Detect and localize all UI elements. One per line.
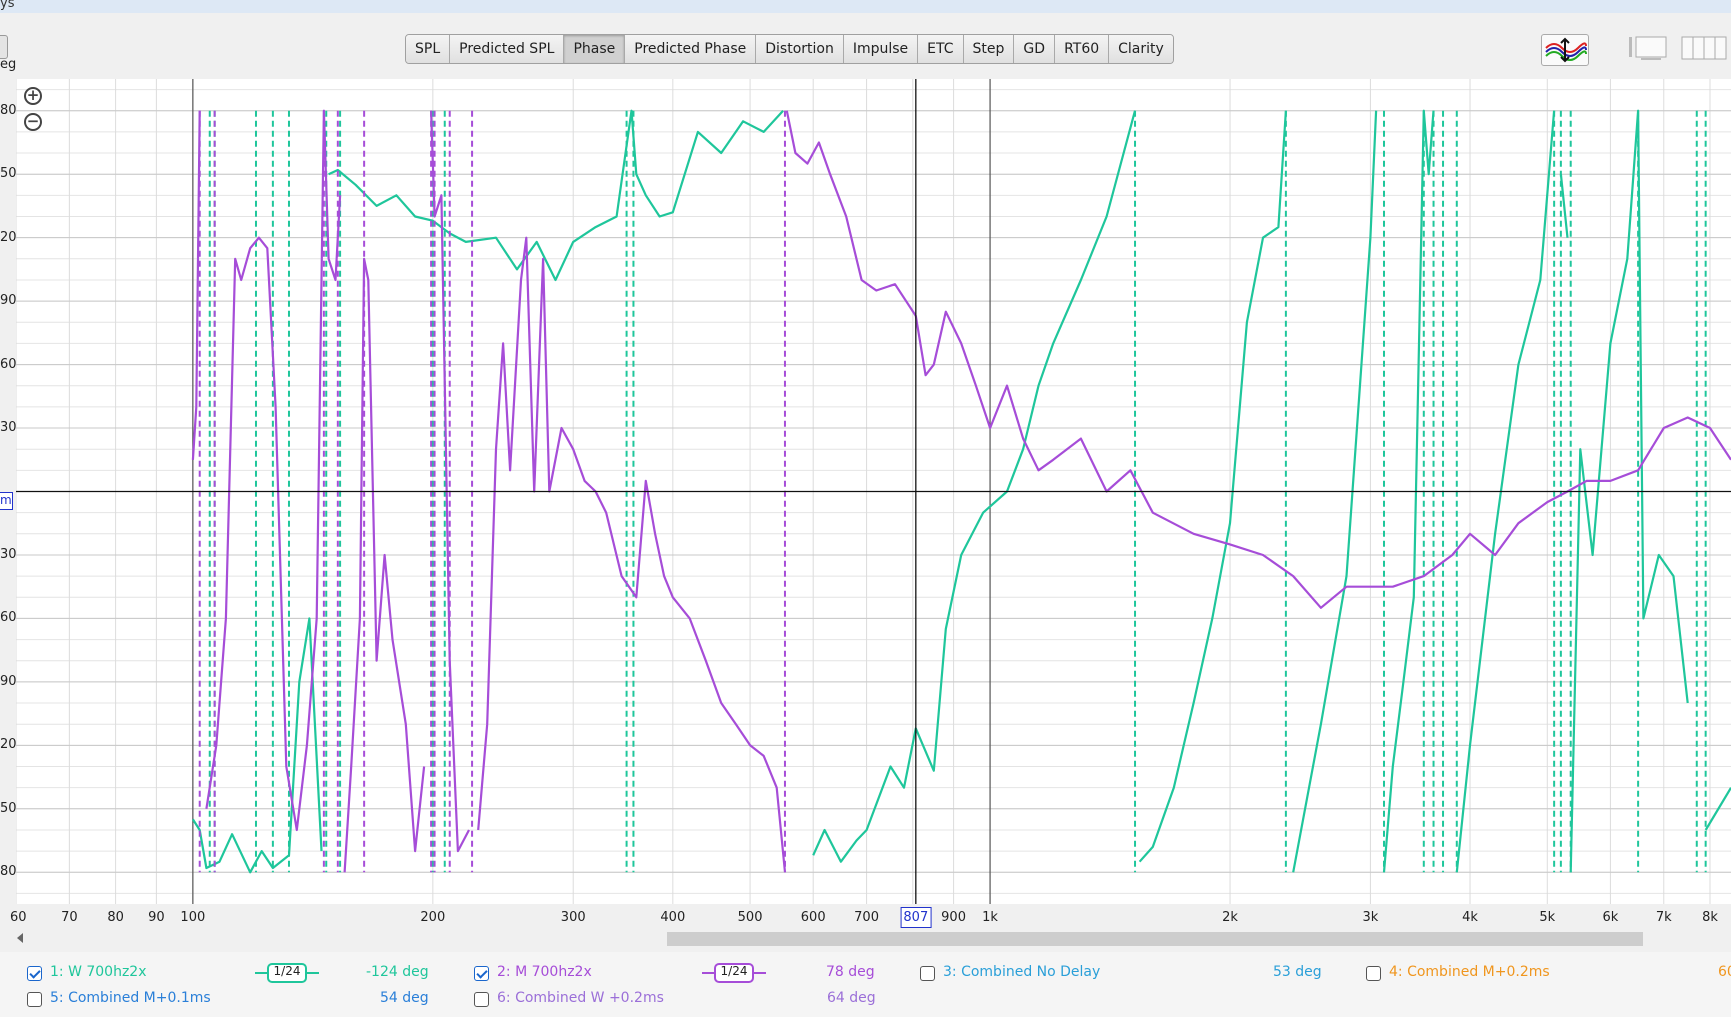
measurement-name[interactable]: 1: W 700hz2x: [50, 964, 147, 980]
tab-distortion[interactable]: Distortion: [756, 35, 844, 63]
y-tick-label: 20: [0, 737, 17, 753]
tab-predicted-spl[interactable]: Predicted SPL: [450, 35, 565, 63]
zoom-in-icon[interactable]: +: [24, 87, 42, 105]
cursor-value: 64 deg: [827, 990, 876, 1006]
x-tick-label: 70: [61, 910, 78, 925]
cursor-value: 54 deg: [380, 990, 429, 1006]
x-tick-label: 300: [560, 910, 586, 925]
y-axis-unit: eg: [0, 57, 17, 72]
cursor-value: -124 deg: [366, 964, 429, 980]
measurement-checkbox[interactable]: [27, 992, 42, 1007]
measurement-legend: 1: W 700hz2x 1/24 -124 deg 2: M 700hz2x 1/24…: [0, 952, 1731, 1017]
measurement-checkbox[interactable]: [474, 966, 489, 981]
x-tick-label: 600: [800, 910, 826, 925]
x-tick-label: 100: [180, 910, 206, 925]
x-tick-label: 700: [854, 910, 879, 925]
tab-rt60[interactable]: RT60: [1055, 35, 1110, 63]
zoom-out-icon[interactable]: −: [24, 113, 42, 131]
x-tick-label: 6k: [1602, 910, 1619, 925]
scroll-left-icon[interactable]: [17, 933, 23, 943]
measurement-checkbox[interactable]: [474, 992, 489, 1007]
x-tick-label: 4k: [1462, 910, 1478, 925]
scroll-thumb[interactable]: [667, 932, 1643, 946]
y-tick-label: 80: [0, 102, 17, 118]
y-tick-label: 30: [0, 546, 17, 562]
tab-impulse[interactable]: Impulse: [843, 35, 919, 63]
phase-plot[interactable]: + −: [16, 79, 1731, 904]
measurement-name[interactable]: 2: M 700hz2x: [497, 964, 592, 980]
measurement-name[interactable]: 4: Combined M+0.2ms: [1389, 964, 1550, 980]
measurement-checkbox[interactable]: [920, 966, 935, 981]
smoothing-indicator[interactable]: 1/24: [255, 962, 319, 983]
waveforms-icon: [1545, 37, 1587, 63]
y-tick-label: 90: [0, 293, 17, 309]
x-tick-label: 60: [10, 910, 27, 925]
split-view-button[interactable]: [1680, 35, 1728, 61]
tab-spl[interactable]: SPL: [406, 35, 451, 63]
measurement-name[interactable]: 6: Combined W +0.2ms: [497, 990, 664, 1006]
smoothing-label: 1/24: [720, 964, 748, 978]
phase-chart[interactable]: [16, 79, 1731, 904]
x-tick-label: 200: [420, 910, 446, 925]
x-tick-label: 7k: [1655, 910, 1672, 925]
graph-style-button[interactable]: [1541, 34, 1589, 66]
tab-predicted-phase[interactable]: Predicted Phase: [625, 35, 757, 63]
single-view-button[interactable]: [1627, 35, 1669, 61]
panel-toggle-icon[interactable]: [0, 35, 8, 59]
x-tick-label: 500: [737, 910, 763, 925]
cursor-value: 60: [1718, 964, 1731, 980]
smoothing-label: 1/24: [273, 964, 301, 978]
x-tick-label: 2k: [1222, 910, 1238, 925]
graph-tabs: SPL Predicted SPL Phase Predicted Phase Dist…: [405, 34, 1174, 64]
horizontal-scrollbar[interactable]: [0, 928, 1731, 950]
x-cursor-label: 807: [900, 907, 932, 928]
measurement-checkbox[interactable]: [1366, 966, 1381, 981]
toolbar: SPL Predicted SPL Phase Predicted Phase Dist…: [0, 13, 1731, 68]
smoothing-indicator[interactable]: 1/24: [702, 962, 766, 983]
tab-gd[interactable]: GD: [1014, 35, 1056, 63]
title-bar: ys: [0, 0, 1731, 13]
measurement-name[interactable]: 5: Combined M+0.1ms: [50, 990, 211, 1006]
x-tick-label: 3k: [1362, 910, 1379, 925]
y-tick-label: 20: [0, 229, 17, 245]
x-tick-label: 8k: [1702, 910, 1718, 925]
x-tick-label: 900: [941, 910, 966, 925]
x-tick-label: 1k: [982, 910, 998, 925]
cursor-value: 53 deg: [1273, 964, 1322, 980]
y-tick-label: 50: [0, 166, 17, 182]
single-window-icon: [1629, 36, 1667, 60]
x-tick-label: 5k: [1539, 910, 1556, 925]
tab-etc[interactable]: ETC: [918, 35, 964, 63]
x-tick-label: 400: [660, 910, 686, 925]
tab-step[interactable]: Step: [963, 35, 1015, 63]
x-tick-label: 90: [148, 910, 165, 925]
y-tick-label: 50: [0, 800, 17, 816]
y-tick-label: 80: [0, 864, 17, 880]
measurement-name[interactable]: 3: Combined No Delay: [943, 964, 1100, 980]
y-tick-label: 30: [0, 420, 17, 436]
y-tick-label: 90: [0, 673, 17, 689]
measurement-checkbox[interactable]: [27, 966, 42, 981]
y-cursor-label: m: [0, 492, 13, 510]
y-tick-label: 60: [0, 356, 17, 372]
split-window-icon: [1681, 36, 1727, 60]
y-tick-label: 60: [0, 610, 17, 626]
tab-clarity[interactable]: Clarity: [1109, 35, 1173, 63]
x-tick-label: 80: [107, 910, 124, 925]
tab-phase[interactable]: Phase: [564, 35, 626, 63]
cursor-value: 78 deg: [826, 964, 875, 980]
window-title: ys: [0, 0, 15, 11]
